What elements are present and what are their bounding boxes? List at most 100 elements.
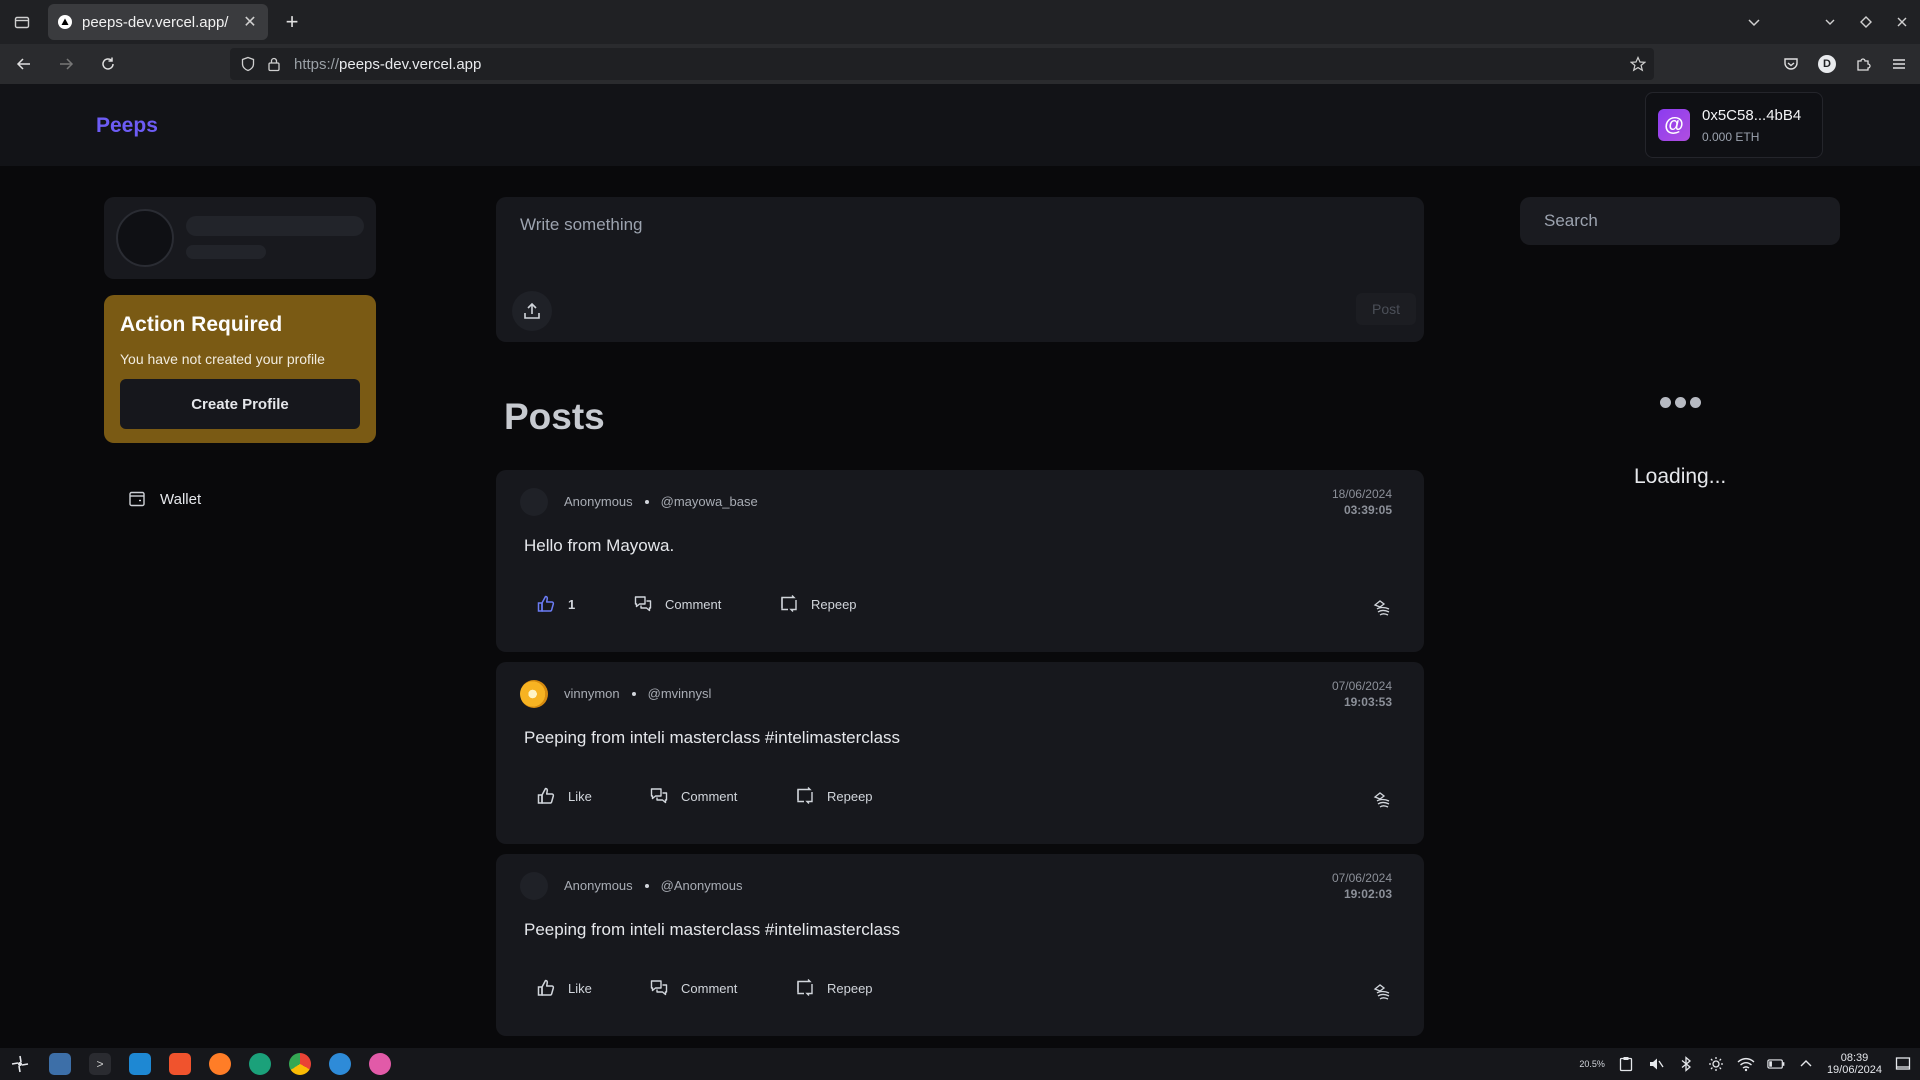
post-author[interactable]: vinnymon — [564, 686, 620, 701]
clipboard-icon[interactable] — [1617, 1055, 1635, 1073]
url-text: https://peeps-dev.vercel.app — [294, 56, 481, 73]
wallet-balance: 0.000 ETH — [1702, 129, 1760, 144]
tip-button[interactable] — [1372, 598, 1392, 618]
vercel-favicon-icon — [58, 15, 72, 29]
search-input[interactable]: Search — [1520, 197, 1840, 245]
upload-button[interactable] — [512, 291, 552, 331]
repeep-icon — [797, 979, 813, 996]
app-logo[interactable]: Peeps — [96, 114, 158, 138]
post-button[interactable]: Post — [1356, 293, 1416, 325]
tip-button[interactable] — [1372, 982, 1392, 1002]
post-handle[interactable]: @mayowa_base — [661, 494, 758, 509]
composer-input[interactable]: Write something — [520, 215, 643, 235]
firefox-icon[interactable] — [200, 1048, 240, 1080]
bookmark-star-icon[interactable] — [1630, 56, 1646, 72]
shield-icon[interactable] — [240, 56, 256, 72]
account-avatar-button[interactable]: D — [1812, 46, 1842, 82]
clock-date: 19/06/2024 — [1826, 1064, 1882, 1076]
extensions-puzzle-icon[interactable] — [1848, 46, 1878, 82]
like-button[interactable]: 1 — [536, 592, 633, 616]
volume-muted-icon[interactable] — [1647, 1055, 1665, 1073]
browser-tab-active[interactable]: peeps-dev.vercel.app/ ✕ — [48, 4, 268, 40]
comment-button[interactable]: Comment — [649, 976, 795, 1000]
back-arrow-icon — [16, 58, 30, 70]
post-text: Hello from Mayowa. — [524, 536, 675, 555]
post-card: Anonymous @mayowa_base 18/06/2024 03:39:… — [496, 470, 1424, 652]
bluetooth-icon[interactable] — [1677, 1055, 1695, 1073]
post-handle[interactable]: @Anonymous — [661, 878, 743, 893]
vscode-icon[interactable] — [120, 1048, 160, 1080]
repeep-button[interactable]: Repeep — [779, 592, 857, 616]
new-tab-button[interactable]: + — [276, 6, 308, 38]
edge-browser-icon[interactable] — [240, 1048, 280, 1080]
browser-tab-bar: peeps-dev.vercel.app/ ✕ + — [0, 0, 1920, 44]
window-maximize-icon[interactable] — [1848, 0, 1884, 44]
like-button[interactable]: Like — [536, 976, 649, 1000]
post-author[interactable]: Anonymous — [564, 878, 633, 893]
post-handle[interactable]: @mvinnysl — [648, 686, 712, 701]
post-card: Anonymous @Anonymous 07/06/2024 19:02:03… — [496, 854, 1424, 1036]
post-date: 07/06/2024 — [1331, 679, 1392, 693]
media-app-icon[interactable] — [360, 1048, 400, 1080]
repeep-icon — [797, 787, 813, 804]
pocket-icon[interactable] — [1776, 46, 1806, 82]
file-manager-icon[interactable] — [40, 1048, 80, 1080]
like-button[interactable]: Like — [536, 784, 649, 808]
tab-close-icon[interactable]: ✕ — [242, 14, 258, 31]
terminal-icon[interactable]: > — [80, 1048, 120, 1080]
comment-icon — [634, 596, 652, 612]
post-date: 07/06/2024 — [1331, 871, 1392, 885]
wallet-address: 0x5C58...4bB4 — [1702, 106, 1802, 124]
tab-title: peeps-dev.vercel.app/ — [82, 13, 229, 31]
sidebar-item-wallet[interactable]: Wallet — [128, 490, 201, 508]
brightness-icon[interactable] — [1707, 1055, 1725, 1073]
tab-list-button[interactable] — [0, 0, 44, 44]
avatar[interactable] — [520, 680, 548, 708]
window-minimize-icon[interactable] — [1812, 0, 1848, 44]
brave-browser-icon[interactable] — [160, 1048, 200, 1080]
thumbs-up-icon — [537, 595, 555, 612]
comment-icon — [650, 788, 668, 804]
wallet-icon — [129, 491, 145, 507]
like-label: Like — [568, 980, 592, 996]
repeep-button[interactable]: Repeep — [795, 976, 873, 1000]
app-launcher-icon[interactable] — [0, 1048, 40, 1080]
repeep-icon — [781, 595, 797, 612]
action-required-message: You have not created your profile — [120, 351, 325, 367]
tip-button[interactable] — [1372, 790, 1392, 810]
show-desktop-icon[interactable] — [1894, 1055, 1912, 1073]
comment-button[interactable]: Comment — [649, 784, 795, 808]
tab-overflow-chevron-icon[interactable] — [1736, 0, 1772, 44]
post-author[interactable]: Anonymous — [564, 494, 633, 509]
comment-button[interactable]: Comment — [633, 592, 779, 616]
post-composer: Write something Post — [496, 197, 1424, 342]
avatar[interactable] — [520, 488, 548, 516]
post-text: Peeping from inteli masterclass #intelim… — [524, 728, 901, 747]
chrome-icon[interactable] — [280, 1048, 320, 1080]
battery-icon[interactable] — [1767, 1055, 1785, 1073]
back-button[interactable] — [6, 46, 42, 82]
window-close-icon[interactable] — [1884, 0, 1920, 44]
lock-icon[interactable] — [266, 56, 282, 72]
repeep-label: Repeep — [811, 596, 857, 612]
messaging-app-icon[interactable] — [320, 1048, 360, 1080]
wallet-at-icon: @ — [1658, 109, 1690, 141]
forward-button[interactable] — [48, 46, 84, 82]
tray-expand-chevron-icon[interactable] — [1797, 1055, 1815, 1073]
action-required-title: Action Required — [120, 313, 283, 336]
repeep-button[interactable]: Repeep — [795, 784, 873, 808]
hamburger-menu-icon[interactable] — [1884, 46, 1914, 82]
system-clock[interactable]: 08:39 19/06/2024 — [1827, 1052, 1882, 1076]
url-prefix: https:// — [294, 55, 340, 73]
avatar[interactable] — [520, 872, 548, 900]
address-bar[interactable]: https://peeps-dev.vercel.app — [230, 48, 1654, 80]
reload-button[interactable] — [90, 46, 126, 82]
comment-label: Comment — [681, 980, 738, 996]
repeep-label: Repeep — [827, 980, 873, 996]
like-count: 1 — [568, 596, 576, 612]
separator-dot — [644, 499, 649, 504]
wifi-icon[interactable] — [1737, 1055, 1755, 1073]
create-profile-button[interactable]: Create Profile — [120, 379, 360, 429]
clock-time: 08:39 — [1840, 1052, 1869, 1064]
wallet-connect-button[interactable]: @ 0x5C58...4bB4 0.000 ETH — [1645, 92, 1823, 158]
